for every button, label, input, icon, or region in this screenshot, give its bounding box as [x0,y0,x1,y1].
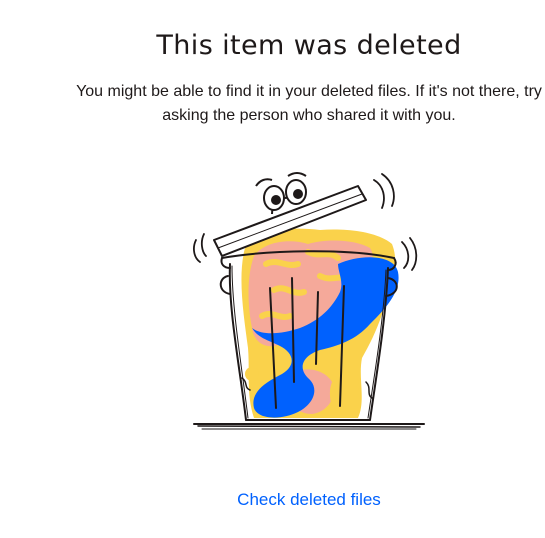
check-deleted-files-link[interactable]: Check deleted files [0,488,545,512]
trash-can-illustration [188,168,434,440]
deleted-message: You might be able to find it in your del… [76,83,542,124]
eyes [255,172,307,211]
ground-shadow [193,423,425,430]
page-title: This item was deleted [156,30,462,61]
